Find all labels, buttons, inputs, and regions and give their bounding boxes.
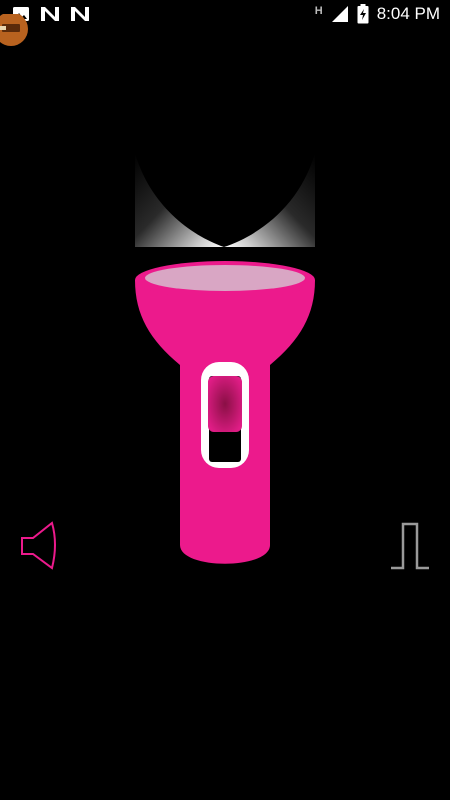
n-app-icon [71, 7, 89, 21]
square-wave-icon [391, 522, 429, 570]
sound-toggle-button[interactable] [18, 520, 62, 572]
network-type-label: H [314, 5, 323, 17]
battery-charging-icon [357, 4, 369, 24]
status-clock: 8:04 PM [376, 4, 440, 23]
app-logo-icon [0, 14, 28, 46]
status-bar: H 8:04 PM [0, 0, 450, 30]
flashlight-graphic [135, 153, 315, 564]
beam-left [135, 153, 224, 247]
system-icons: H 8:04 PM [315, 4, 440, 24]
strobe-toggle-button[interactable] [388, 518, 432, 574]
speaker-icon [21, 521, 56, 570]
switch-knob [208, 376, 242, 432]
flashlight-lens [145, 265, 305, 291]
n-app-icon [41, 7, 59, 21]
beam-right [224, 153, 315, 247]
signal-icon [331, 6, 348, 22]
